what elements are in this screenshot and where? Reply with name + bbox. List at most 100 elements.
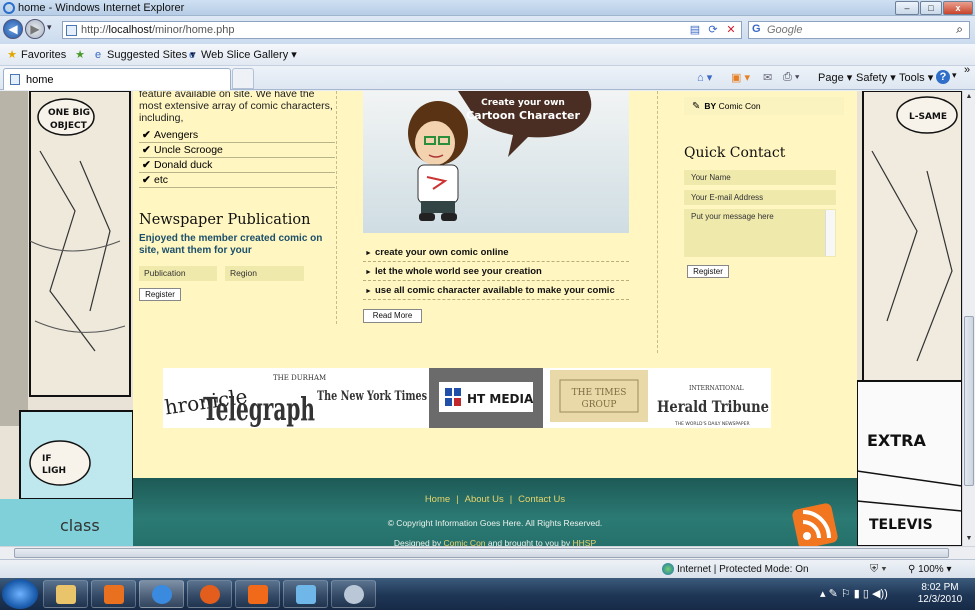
hhsp-link[interactable]: HHSP xyxy=(573,538,597,546)
character-list: ✔ Avengers ✔ Uncle Scrooge ✔ Donald duck ✔ e… xyxy=(139,128,335,188)
address-field[interactable]: http://localhost/minor/home.php ▤ ⟳ ✕ xyxy=(62,21,742,39)
cartoon-banner[interactable]: Create your own Cartoon Character xyxy=(363,91,629,233)
ie-page-icon: e xyxy=(94,49,102,61)
scroll-up-icon[interactable]: ▲ xyxy=(963,91,975,103)
read-mail-icon[interactable]: ✉ xyxy=(763,71,772,84)
cartoon-character-illustration: Create your own Cartoon Character xyxy=(408,91,592,221)
compatibility-view-icon[interactable]: ▤ xyxy=(687,23,703,37)
chevron-more-icon[interactable]: » xyxy=(964,64,970,76)
paint-taskbar-button[interactable] xyxy=(331,580,376,608)
media-player-taskbar-button[interactable] xyxy=(91,580,136,608)
svg-text:class: class xyxy=(60,516,100,535)
herald-tribune-logo[interactable]: INTERNATIONAL Herald Tribune THE WORLD'S… xyxy=(657,385,769,427)
tools-menu[interactable]: Tools ▾ xyxy=(899,71,933,84)
ie-taskbar-button[interactable] xyxy=(139,580,184,608)
back-button[interactable]: ◀ xyxy=(3,19,23,39)
list-item: ✔ etc xyxy=(139,173,335,188)
arrow-bullet-icon: ► xyxy=(365,288,372,295)
textarea-scrollbar[interactable] xyxy=(825,210,835,256)
explorer-taskbar-button[interactable] xyxy=(43,580,88,608)
recent-pages-dropdown-icon[interactable]: ▾ xyxy=(47,22,52,33)
footer-link-home[interactable]: Home xyxy=(425,494,450,505)
protected-mode-icon[interactable]: ⛨ ▾ xyxy=(870,563,887,576)
forward-button[interactable]: ▶ xyxy=(25,19,45,39)
contact-register-button[interactable]: Register xyxy=(687,265,729,278)
feeds-icon[interactable]: ▣ ▾ xyxy=(731,71,750,84)
system-tray[interactable]: ▴ ✎ ⚐ ▮ ▯ ◀)) xyxy=(820,587,888,600)
back-arrow-icon: ◀ xyxy=(8,22,18,36)
minimize-button[interactable]: – xyxy=(895,1,919,15)
list-item: ✔ Donald duck xyxy=(139,158,335,173)
help-icon[interactable]: ? xyxy=(936,70,950,84)
byline-author[interactable]: Comic Con xyxy=(719,101,761,111)
quick-contact-heading: Quick Contact xyxy=(684,145,786,161)
close-window-button[interactable]: x xyxy=(943,1,973,15)
intro-text: feature available on site. We have the m… xyxy=(139,91,333,124)
designer-link[interactable]: Comic Con xyxy=(443,538,485,546)
check-icon: ✔ xyxy=(142,144,151,156)
ht-media-logo[interactable]: HT MEDIA xyxy=(429,368,543,428)
security-zone-text[interactable]: Internet | Protected Mode: On xyxy=(677,564,809,575)
search-icon[interactable]: ⌕ xyxy=(956,22,963,37)
vertical-scroll-thumb[interactable] xyxy=(964,316,974,486)
right-comic-background: L-SAME EXTRA TELEVIS xyxy=(857,91,962,546)
start-button[interactable] xyxy=(2,579,38,609)
times-group-logo[interactable]: THE TIMES GROUP xyxy=(550,370,648,422)
publication-field[interactable]: Publication xyxy=(139,266,217,281)
app-taskbar-button[interactable] xyxy=(283,580,328,608)
print-icon[interactable]: ⎙ ▾ xyxy=(783,71,799,84)
svg-text:HT MEDIA: HT MEDIA xyxy=(467,392,534,406)
internet-zone-icon xyxy=(662,563,674,575)
arrow-bullet-icon: ► xyxy=(365,269,372,276)
search-box[interactable]: G ⌕ xyxy=(748,21,970,39)
page-footer: Home | About Us | Contact Us © Copyright Inf… xyxy=(133,478,857,546)
maximize-button[interactable]: □ xyxy=(920,1,942,15)
new-york-times-logo[interactable]: The New York Times xyxy=(317,389,427,404)
favorites-button[interactable]: ★ Favorites xyxy=(6,48,66,61)
taskbar-clock[interactable]: 8:02 PM 12/3/2010 xyxy=(915,582,965,606)
horizontal-scroll-thumb[interactable] xyxy=(14,548,949,558)
zoom-icon: ⚲ xyxy=(908,564,919,575)
footer-link-contact[interactable]: Contact Us xyxy=(518,494,565,505)
check-icon: ✔ xyxy=(142,174,151,186)
url-text[interactable]: http://localhost/minor/home.php xyxy=(81,24,235,36)
rss-feed-icon[interactable] xyxy=(785,498,845,546)
svg-text:L-SAME: L-SAME xyxy=(909,112,947,122)
newspaper-blurb: Enjoyed the member created comic on site… xyxy=(139,233,323,256)
svg-text:OBJECT: OBJECT xyxy=(50,121,88,131)
newspaper-register-button[interactable]: Register xyxy=(139,288,181,301)
name-field[interactable]: Your Name xyxy=(684,170,836,185)
partner-logos: hronicle THE DURHAM Telegraph The New Yo… xyxy=(163,368,771,428)
message-textarea[interactable]: Put your message here xyxy=(684,209,836,257)
safety-menu[interactable]: Safety ▾ xyxy=(856,71,896,84)
page-menu[interactable]: Page ▾ xyxy=(818,71,852,84)
xampp-taskbar-button[interactable] xyxy=(235,580,280,608)
horizontal-scrollbar[interactable] xyxy=(0,546,975,559)
forward-arrow-icon: ▶ xyxy=(30,22,40,36)
firefox-taskbar-button[interactable] xyxy=(187,580,232,608)
clock-time: 8:02 PM xyxy=(921,582,959,593)
new-tab-button[interactable] xyxy=(232,68,254,89)
tab-home[interactable]: home xyxy=(3,68,231,90)
footer-link-about[interactable]: About Us xyxy=(465,494,504,505)
region-field[interactable]: Region xyxy=(225,266,304,281)
telegraph-logo[interactable]: THE DURHAM Telegraph xyxy=(203,374,326,428)
add-to-favorites-icon[interactable]: ★ xyxy=(74,48,89,61)
read-more-button[interactable]: Read More xyxy=(363,309,422,323)
search-input[interactable] xyxy=(767,23,942,37)
web-slice-gallery-link[interactable]: e Web Slice Gallery ▾ xyxy=(186,48,297,61)
help-dropdown-icon[interactable]: ▾ xyxy=(952,70,957,81)
suggested-sites-link[interactable]: e Suggested Sites ▾ xyxy=(92,48,196,61)
home-icon[interactable]: ⌂ ▾ xyxy=(697,71,712,84)
stop-icon[interactable]: ✕ xyxy=(723,23,739,37)
left-column: feature available on site. We have the m… xyxy=(139,91,335,257)
list-item: ✔ Uncle Scrooge xyxy=(139,143,335,158)
refresh-icon[interactable]: ⟳ xyxy=(705,23,721,37)
svg-text:The New York Times: The New York Times xyxy=(317,389,427,404)
email-field[interactable]: Your E-mail Address xyxy=(684,190,836,205)
scroll-down-icon[interactable]: ▼ xyxy=(963,533,975,545)
zoom-level[interactable]: ⚲ 100% ▾ xyxy=(908,564,952,575)
vertical-scrollbar[interactable]: ▲ ▼ xyxy=(962,91,975,546)
svg-text:ONE BIG: ONE BIG xyxy=(48,108,90,118)
svg-text:Cartoon Character: Cartoon Character xyxy=(466,109,580,122)
